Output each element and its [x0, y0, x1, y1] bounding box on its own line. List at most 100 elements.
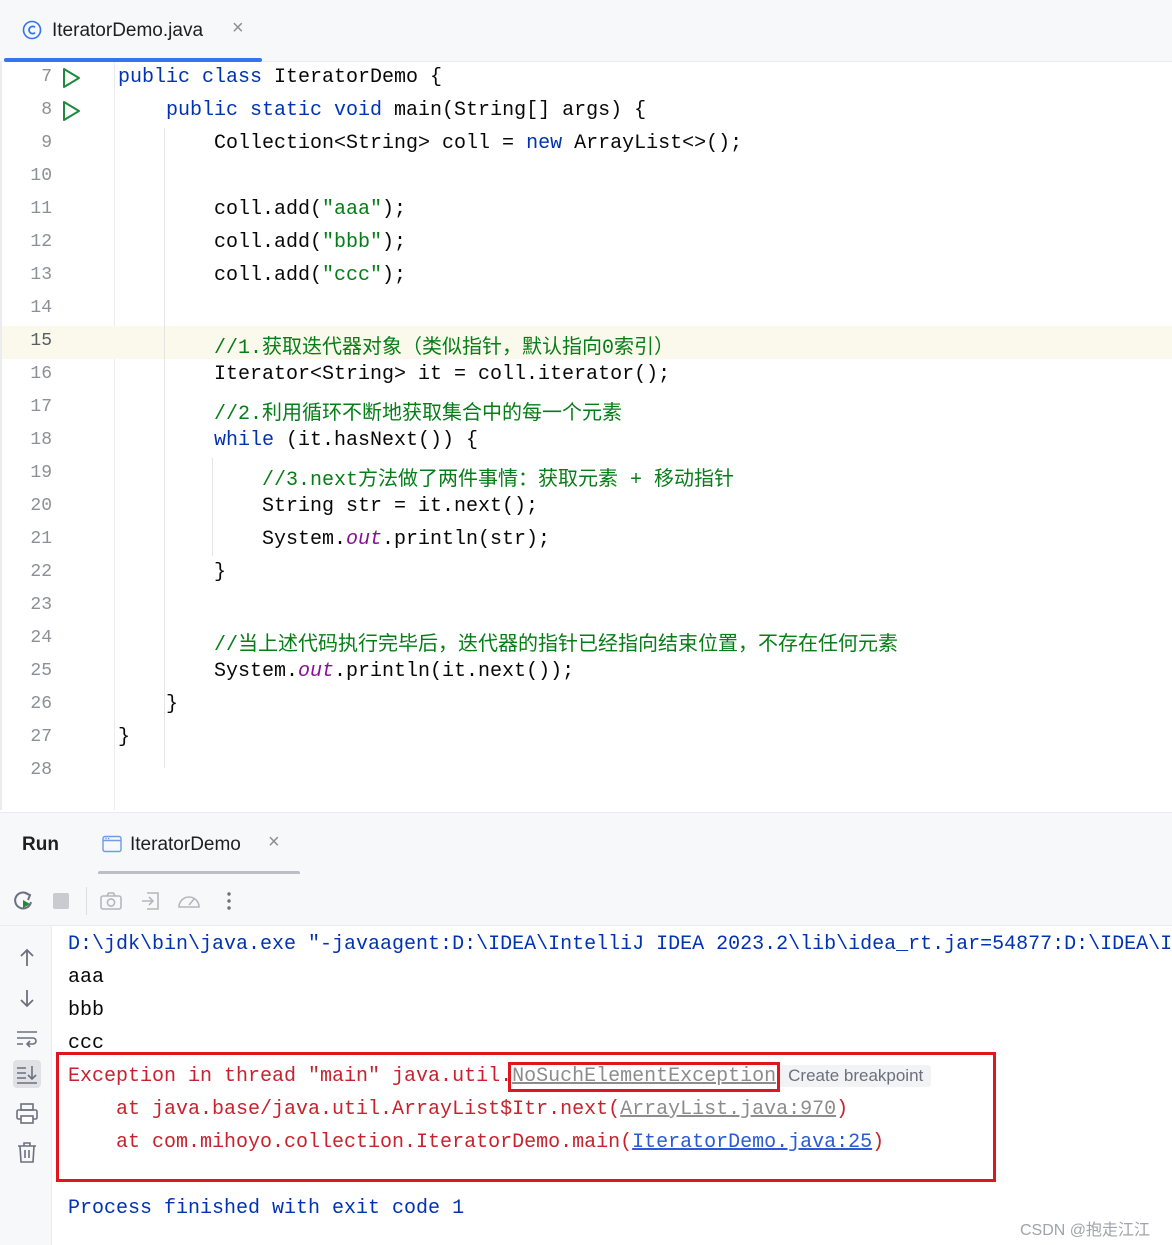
code-token: coll.add( — [214, 231, 323, 254]
code-text: public class IteratorDemo { — [118, 66, 442, 89]
code-token: (it.hasNext()) { — [286, 429, 479, 452]
exception-class-highlight-box — [508, 1062, 780, 1092]
code-token: coll.add( — [214, 198, 323, 221]
code-token: } — [166, 693, 179, 716]
code-line[interactable]: 21 System.out.println(str); — [2, 524, 1172, 557]
soft-wrap-icon[interactable] — [13, 1024, 41, 1052]
code-line[interactable]: 22} — [2, 557, 1172, 590]
code-line[interactable]: 25 System.out.println(it.next()); — [2, 656, 1172, 689]
line-number: 17 — [30, 397, 52, 417]
code-token: } — [214, 561, 227, 584]
line-number: 11 — [30, 199, 52, 219]
code-line[interactable]: 23 — [2, 590, 1172, 623]
code-text: //2.利用循环不断地获取集合中的每一个元素 — [214, 396, 622, 426]
code-token: public class — [118, 66, 275, 89]
code-text: coll.add("aaa"); — [214, 198, 406, 221]
code-text: public static void main(String[] args) { — [166, 99, 646, 122]
code-text: while (it.hasNext()) { — [214, 429, 478, 452]
code-token: out — [298, 660, 335, 683]
code-line[interactable]: 24 //当上述代码执行完毕后，迭代器的指针已经指向结束位置，不存在任何元素 — [2, 623, 1172, 657]
toolbar-separator — [86, 887, 87, 915]
print-icon[interactable] — [13, 1100, 41, 1128]
console-output-line: aaa — [68, 966, 105, 989]
code-text: coll.add("bbb"); — [214, 231, 406, 254]
code-token: String str = it.next(); — [262, 495, 539, 518]
stop-icon[interactable] — [48, 888, 74, 914]
code-text: System.out.println(it.next()); — [214, 660, 574, 683]
code-token: coll.add( — [214, 264, 323, 287]
line-number: 9 — [41, 133, 52, 153]
console-command-line: D:\jdk\bin\java.exe "-javaagent:D:\IDEA\… — [68, 933, 1172, 956]
code-text: //3.next方法做了两件事情：获取元素 + 移动指针 — [262, 462, 734, 492]
code-line[interactable]: 27} — [2, 722, 1172, 755]
line-number: 12 — [30, 232, 52, 252]
code-line[interactable]: 16 Iterator<String> it = coll.iterator(); — [2, 359, 1172, 392]
code-line[interactable]: 15 //1.获取迭代器对象（类似指针，默认指向0索引） — [2, 326, 1172, 360]
code-line[interactable]: 9 Collection<String> coll = new ArrayList… — [2, 128, 1172, 161]
code-line[interactable]: 11 coll.add("aaa"); — [2, 194, 1172, 227]
code-token: //1.获取迭代器对象（类似指针，默认指向0索引） — [214, 337, 675, 360]
code-line[interactable]: 19 //3.next方法做了两件事情：获取元素 + 移动指针 — [2, 458, 1172, 492]
indent-guide — [164, 128, 165, 768]
run-gutter-icon[interactable] — [60, 66, 82, 90]
run-gutter-icon[interactable] — [60, 99, 82, 123]
code-token: //3.next方法做了两件事情：获取元素 + 移动指针 — [262, 469, 735, 492]
code-line[interactable]: 20 String str = it.next(); — [2, 491, 1172, 524]
code-token: .println(it.next()); — [334, 660, 575, 683]
code-text: String str = it.next(); — [262, 495, 538, 518]
code-line[interactable]: 10 — [2, 161, 1172, 194]
line-number: 23 — [30, 595, 52, 615]
console-side-toolbar — [0, 926, 52, 1245]
run-panel-title: Run — [22, 834, 59, 855]
trash-icon[interactable] — [13, 1138, 41, 1166]
code-token: main(String[] args) { — [394, 99, 647, 122]
line-number: 16 — [30, 364, 52, 384]
line-number: 14 — [30, 298, 52, 318]
code-token: } — [118, 726, 131, 749]
code-line[interactable]: 18 while (it.hasNext()) { — [2, 425, 1172, 458]
code-text: } — [166, 693, 178, 716]
close-icon[interactable]: × — [268, 831, 280, 854]
code-text: } — [214, 561, 226, 584]
code-line[interactable]: 26} — [2, 689, 1172, 722]
code-line[interactable]: 8 public static void main(String[] args) … — [2, 95, 1172, 128]
code-line[interactable]: 13 coll.add("ccc"); — [2, 260, 1172, 293]
run-tab-iteratordemo[interactable]: IteratorDemo × — [96, 813, 300, 875]
arrow-down-icon[interactable] — [13, 984, 41, 1012]
line-number: 28 — [30, 760, 52, 780]
code-text: coll.add("ccc"); — [214, 264, 406, 287]
code-line[interactable]: 12 coll.add("bbb"); — [2, 227, 1172, 260]
code-text: Collection<String> coll = new ArrayList<… — [214, 132, 742, 155]
editor-tab-iteratordemo[interactable]: IteratorDemo.java × — [6, 0, 264, 62]
line-number: 20 — [30, 496, 52, 516]
code-token: Iterator<String> it = coll.iterator(); — [214, 363, 671, 386]
more-options-icon[interactable] — [216, 888, 242, 914]
run-toolbar — [0, 874, 1172, 926]
camera-icon[interactable] — [98, 888, 124, 914]
close-icon[interactable]: × — [232, 17, 244, 40]
line-number: 13 — [30, 265, 52, 285]
exit-icon[interactable] — [138, 888, 164, 914]
code-line[interactable]: 28 — [2, 755, 1172, 788]
console-output-line: bbb — [68, 999, 105, 1022]
code-line[interactable]: 14 — [2, 293, 1172, 326]
line-number: 26 — [30, 694, 52, 714]
line-number: 24 — [30, 628, 52, 648]
rerun-icon[interactable] — [10, 888, 36, 914]
scroll-to-end-icon[interactable] — [13, 1060, 41, 1088]
console-window-icon — [102, 835, 122, 853]
code-line[interactable]: 7 public class IteratorDemo { — [2, 62, 1172, 95]
code-token: while — [214, 429, 287, 452]
code-text: System.out.println(str); — [262, 528, 550, 551]
gauge-icon[interactable] — [176, 888, 202, 914]
code-line[interactable]: 17 //2.利用循环不断地获取集合中的每一个元素 — [2, 392, 1172, 426]
code-token: System. — [214, 660, 299, 683]
code-editor[interactable]: 7 public class IteratorDemo {8 public stat… — [0, 62, 1172, 810]
code-token: "bbb" — [322, 231, 383, 254]
code-token: //2.利用循环不断地获取集合中的每一个元素 — [214, 403, 623, 426]
arrow-up-icon[interactable] — [13, 944, 41, 972]
code-text: } — [118, 726, 130, 749]
line-number: 18 — [30, 430, 52, 450]
java-class-icon — [22, 20, 42, 40]
code-token: //当上述代码执行完毕后，迭代器的指针已经指向结束位置，不存在任何元素 — [214, 634, 899, 657]
